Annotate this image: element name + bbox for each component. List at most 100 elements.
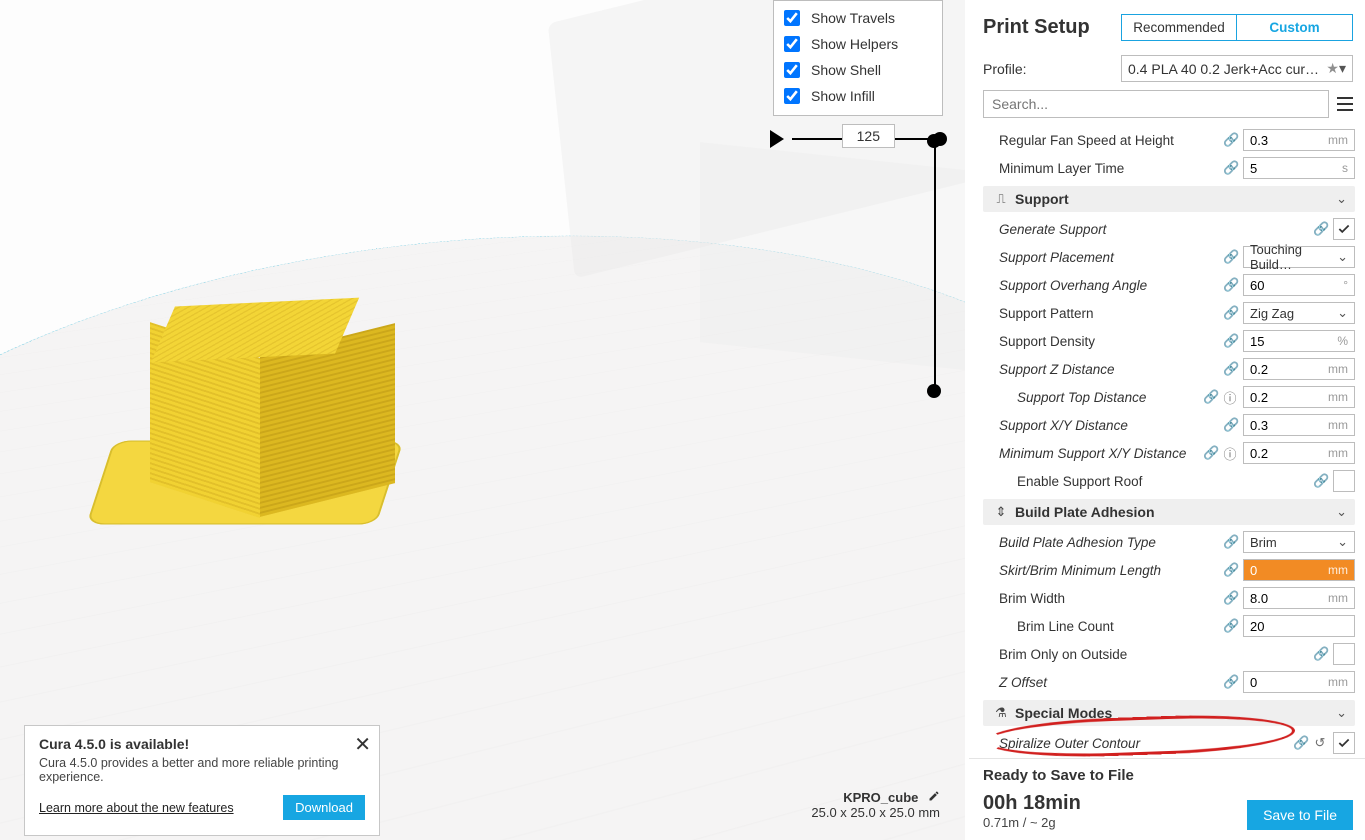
setting-label: Minimum Support X/Y Distance (983, 446, 1197, 461)
v-slider-knob-top[interactable] (927, 134, 941, 148)
show-shell-option[interactable]: Show Shell (780, 57, 936, 83)
link-icon[interactable]: 🔗 (1313, 646, 1327, 662)
show-helpers-checkbox[interactable] (784, 36, 800, 52)
setting-label: Brim Line Count (983, 619, 1217, 634)
brim-width-input[interactable]: mm (1243, 587, 1355, 609)
setting-support-z-distance: Support Z Distance 🔗 mm (983, 355, 1355, 383)
support-xydist-input[interactable]: mm (1243, 414, 1355, 436)
link-icon[interactable]: 🔗 (1223, 333, 1237, 349)
setting-label: Support X/Y Distance (983, 418, 1217, 433)
setting-generate-support: Generate Support 🔗 (983, 215, 1355, 243)
section-title: Support (1011, 191, 1336, 207)
fan-height-input[interactable]: mm (1243, 129, 1355, 151)
learn-more-link[interactable]: Learn more about the new features (39, 801, 234, 815)
skirt-brim-length-input[interactable]: mm (1243, 559, 1355, 581)
layer-number-badge[interactable]: 125 (842, 124, 895, 148)
link-icon[interactable]: 🔗 (1223, 618, 1237, 634)
show-helpers-option[interactable]: Show Helpers (780, 31, 936, 57)
link-icon[interactable]: 🔗 (1223, 305, 1237, 321)
layer-vertical-slider[interactable]: 125 (925, 136, 945, 396)
section-adhesion[interactable]: ⇕ Build Plate Adhesion ⌄ (983, 499, 1355, 525)
star-icon: ★ (1326, 60, 1339, 77)
profile-label: Profile: (983, 61, 1027, 77)
close-icon[interactable]: ✕ (354, 732, 371, 757)
play-icon[interactable] (770, 130, 784, 148)
min-support-xy-input[interactable]: mm (1243, 442, 1355, 464)
link-icon[interactable]: 🔗 (1293, 735, 1307, 751)
edit-model-icon[interactable] (928, 790, 940, 805)
model-preview[interactable] (100, 280, 400, 540)
v-slider-knob-bottom[interactable] (927, 384, 941, 398)
setting-label: Minimum Layer Time (983, 161, 1217, 176)
support-density-input[interactable]: % (1243, 330, 1355, 352)
settings-sidebar: Print Setup Recommended Custom Profile: … (969, 0, 1365, 840)
tab-custom[interactable]: Custom (1237, 15, 1352, 40)
v-slider-track[interactable] (934, 136, 936, 396)
min-layer-input[interactable]: s (1243, 157, 1355, 179)
sidebar-footer: Ready to Save to File 00h 18min 0.71m / … (969, 758, 1365, 840)
section-support[interactable]: ⎍ Support ⌄ (983, 186, 1355, 212)
show-travels-option[interactable]: Show Travels (780, 5, 936, 31)
sidebar-title: Print Setup (983, 16, 1090, 39)
adhesion-type-select[interactable]: Brim⌄ (1243, 531, 1355, 553)
link-icon[interactable]: 🔗 (1223, 534, 1237, 550)
link-icon[interactable]: 🔗 (1223, 160, 1237, 176)
setting-label: Brim Width (983, 591, 1217, 606)
link-icon[interactable]: 🔗 (1223, 674, 1237, 690)
setting-support-density: Support Density 🔗 % (983, 327, 1355, 355)
banner-body: Cura 4.5.0 provides a better and more re… (39, 756, 365, 784)
link-icon[interactable]: 🔗 (1223, 417, 1237, 433)
support-roof-checkbox[interactable] (1333, 470, 1355, 492)
show-infill-checkbox[interactable] (784, 88, 800, 104)
model-name: KPRO_cube (843, 790, 918, 805)
adhesion-section-icon: ⇕ (991, 504, 1011, 520)
support-zdist-input[interactable]: mm (1243, 358, 1355, 380)
hamburger-icon[interactable] (1337, 97, 1353, 111)
link-icon[interactable]: 🔗 (1203, 389, 1217, 405)
brim-count-input[interactable] (1243, 615, 1355, 637)
setting-label: Support Placement (983, 250, 1217, 265)
link-icon[interactable]: 🔗 (1223, 590, 1237, 606)
link-icon[interactable]: 🔗 (1313, 221, 1327, 237)
save-to-file-button[interactable]: Save to File (1247, 800, 1353, 830)
link-icon[interactable]: 🔗 (1313, 473, 1327, 489)
update-banner: ✕ Cura 4.5.0 is available! Cura 4.5.0 pr… (24, 725, 380, 836)
section-special-modes[interactable]: ⚗ Special Modes ⌄ (983, 700, 1355, 726)
setting-fan-height: Regular Fan Speed at Height 🔗 mm (983, 126, 1355, 154)
setting-label: Build Plate Adhesion Type (983, 535, 1217, 550)
link-icon[interactable]: 🔗 (1223, 132, 1237, 148)
setting-label: Support Density (983, 334, 1217, 349)
download-button[interactable]: Download (283, 795, 365, 820)
brim-outside-checkbox[interactable] (1333, 643, 1355, 665)
tab-recommended[interactable]: Recommended (1122, 15, 1237, 40)
spiralize-checkbox[interactable] (1333, 732, 1355, 754)
show-shell-checkbox[interactable] (784, 62, 800, 78)
support-topdist-input[interactable]: mm (1243, 386, 1355, 408)
link-icon[interactable]: 🔗 (1203, 445, 1217, 461)
search-input[interactable] (983, 90, 1329, 118)
z-offset-input[interactable]: mm (1243, 671, 1355, 693)
info-icon[interactable]: ⓘ (1223, 388, 1237, 407)
show-travels-checkbox[interactable] (784, 10, 800, 26)
reset-icon[interactable]: ↺ (1313, 735, 1327, 751)
show-infill-label: Show Infill (811, 88, 875, 104)
setting-label: Support Overhang Angle (983, 278, 1217, 293)
setting-skirt-brim-min-length: Skirt/Brim Minimum Length 🔗 mm (983, 556, 1355, 584)
chevron-down-icon: ⌄ (1331, 534, 1354, 550)
info-icon[interactable]: ⓘ (1223, 444, 1237, 463)
link-icon[interactable]: 🔗 (1223, 361, 1237, 377)
generate-support-checkbox[interactable] (1333, 218, 1355, 240)
overhang-angle-input[interactable]: ° (1243, 274, 1355, 296)
link-icon[interactable]: 🔗 (1223, 562, 1237, 578)
setting-z-offset: Z Offset 🔗 mm (983, 668, 1355, 696)
support-pattern-select[interactable]: Zig Zag⌄ (1243, 302, 1355, 324)
link-icon[interactable]: 🔗 (1223, 249, 1237, 265)
viewport-3d[interactable]: 125 KPRO_cube 25.0 x 25.0 x 25.0 mm (0, 0, 965, 840)
support-placement-select[interactable]: Touching Build…⌄ (1243, 246, 1355, 268)
setting-label: Brim Only on Outside (983, 647, 1307, 662)
show-infill-option[interactable]: Show Infill (780, 83, 936, 109)
show-travels-label: Show Travels (811, 10, 895, 26)
link-icon[interactable]: 🔗 (1223, 277, 1237, 293)
setting-enable-support-roof: Enable Support Roof 🔗 (983, 467, 1355, 495)
profile-selector[interactable]: 0.4 PLA 40 0.2 Jerk+Acc cured ★ ▾ (1121, 55, 1353, 82)
